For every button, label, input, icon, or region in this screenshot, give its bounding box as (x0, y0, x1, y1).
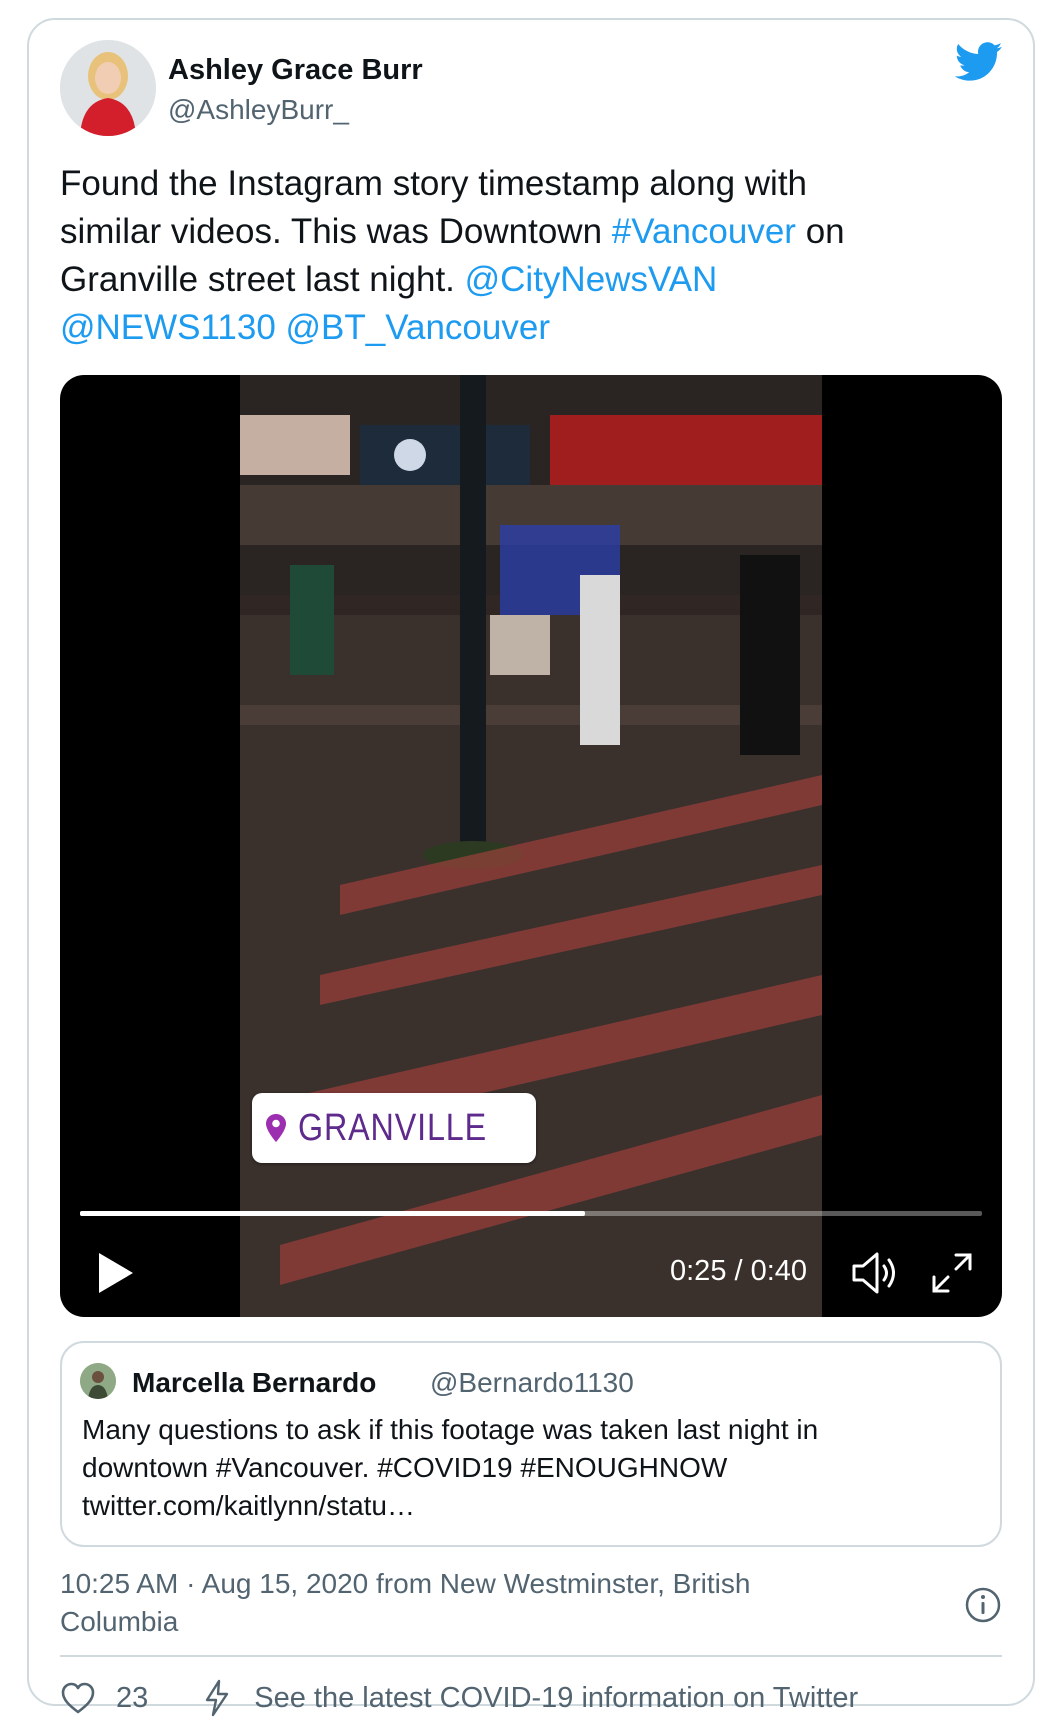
quoted-tweet[interactable]: Marcella Bernardo @Bernardo1130 Many que… (60, 1341, 1002, 1547)
tweet-actions: 23 See the latest COVID-19 information o… (60, 1675, 858, 1721)
like-count[interactable]: 23 (116, 1682, 148, 1715)
quoted-line-2: downtown #Vancouver. #COVID19 #ENOUGHNOW (82, 1452, 728, 1483)
tweet-line-1: Found the Instagram story timestamp alon… (60, 164, 808, 203)
tweet-card[interactable]: Ashley Grace Burr @AshleyBurr_ Found the… (27, 18, 1035, 1717)
quoted-author-avatar[interactable] (80, 1363, 116, 1399)
video-player[interactable]: GRANVILLE 0:25 / 0:40 (60, 375, 1002, 1317)
play-icon[interactable] (95, 1251, 135, 1295)
footer-divider (60, 1655, 1002, 1657)
info-icon[interactable] (964, 1586, 1002, 1624)
tweet-timestamp[interactable]: 10:25 AM · Aug 15, 2020 from New Westmin… (60, 1565, 860, 1641)
quoted-author-handle[interactable]: @Bernardo1130 (430, 1367, 634, 1399)
mention-bt-vancouver-link[interactable]: @BT_Vancouver (286, 308, 550, 347)
tweet-line-2a: similar videos. This was Downtown (60, 212, 612, 251)
video-progress-bar[interactable] (80, 1211, 982, 1216)
tweet-line-3a: Granville street last night. (60, 260, 465, 299)
mention-citynewsvan-link[interactable]: @CityNewsVAN (465, 260, 718, 299)
video-frame: GRANVILLE (240, 375, 822, 1317)
quoted-line-3[interactable]: twitter.com/kaitlynn/statu… (82, 1487, 962, 1525)
video-time: 0:25 / 0:40 (670, 1255, 808, 1287)
heart-icon[interactable] (60, 1681, 96, 1715)
quoted-author-name[interactable]: Marcella Bernardo (132, 1367, 376, 1399)
twitter-bird-icon[interactable] (955, 42, 1003, 82)
quoted-tweet-text: Many questions to ask if this footage wa… (82, 1411, 962, 1525)
location-pin-icon (266, 1114, 286, 1142)
mention-news1130-link[interactable]: @NEWS1130 (60, 308, 276, 347)
hashtag-vancouver-link[interactable]: #Vancouver (612, 212, 796, 251)
location-sticker: GRANVILLE (252, 1093, 537, 1163)
location-sticker-label: GRANVILLE (298, 1106, 487, 1149)
fullscreen-icon[interactable] (930, 1251, 974, 1295)
author-avatar[interactable] (60, 40, 156, 136)
video-progress-fill (80, 1211, 586, 1216)
timestamp-line-1: 10:25 AM · Aug 15, 2020 from New Westmin… (60, 1568, 751, 1599)
lightning-icon (206, 1679, 229, 1717)
volume-icon[interactable] (850, 1250, 900, 1296)
tweet-line-2b: on (795, 212, 845, 251)
author-handle[interactable]: @AshleyBurr_ (168, 94, 349, 126)
tweet-text: Found the Instagram story timestamp alon… (60, 160, 960, 352)
covid-info-link[interactable]: See the latest COVID-19 information on T… (254, 1682, 858, 1715)
quoted-line-1: Many questions to ask if this footage wa… (82, 1414, 819, 1445)
street-scene-image (240, 375, 822, 1317)
author-name[interactable]: Ashley Grace Burr (168, 54, 423, 87)
timestamp-line-2: Columbia (60, 1606, 179, 1637)
